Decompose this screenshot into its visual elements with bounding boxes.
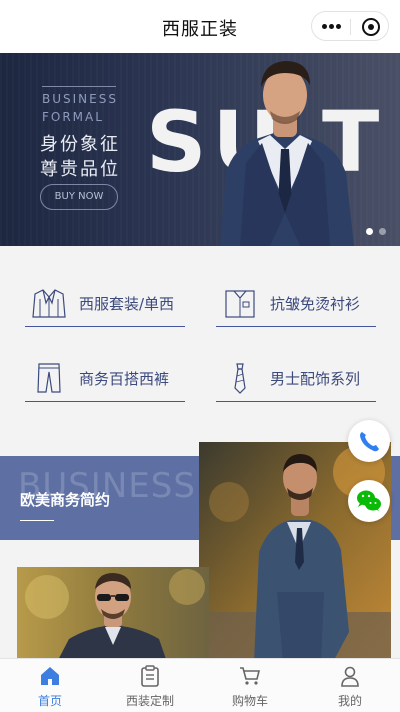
banner-pagination[interactable] — [366, 228, 390, 236]
cart-icon — [240, 667, 261, 685]
section-title: 欧美商务简约 — [20, 491, 111, 509]
close-mini-program-icon[interactable] — [362, 18, 380, 36]
wechat-icon — [357, 490, 381, 511]
category-label: 抗皱免烫衬衫 — [270, 295, 361, 313]
tab-label: 首页 — [37, 694, 62, 708]
capsule-divider — [350, 19, 351, 35]
app-page: 西服正装 BUSINESS FORMAL 身份象征 尊贵品位 BUY NOW S… — [0, 0, 400, 712]
banner-tagline-cn-2: 尊贵品位 — [40, 159, 120, 180]
category-label: 男士配饰系列 — [270, 370, 361, 388]
product-photo-walking[interactable] — [199, 442, 391, 662]
tab-profile[interactable]: 我的 — [300, 659, 400, 712]
tab-label: 西装定制 — [125, 694, 174, 708]
category-trousers[interactable]: 商务百搭西裤 — [25, 358, 185, 402]
section-title-underline — [20, 520, 54, 521]
tab-label: 购物车 — [231, 694, 268, 708]
tab-custom-suit[interactable]: 西装定制 — [100, 659, 200, 712]
category-accessories[interactable]: 男士配饰系列 — [216, 358, 376, 402]
category-shirt[interactable]: 抗皱免烫衬衫 — [216, 283, 376, 327]
section-band-right — [390, 456, 400, 540]
call-button[interactable] — [348, 420, 390, 462]
banner-model-image — [220, 61, 354, 246]
suit-jacket-icon — [32, 289, 66, 318]
mini-program-capsule — [311, 11, 389, 41]
hero-banner[interactable]: BUSINESS FORMAL 身份象征 尊贵品位 BUY NOW SU T — [0, 53, 400, 246]
product-photo-sunglasses[interactable] — [17, 567, 209, 662]
phone-icon — [360, 432, 379, 452]
category-suit[interactable]: 西服套装/单西 — [25, 283, 185, 327]
shirt-icon — [225, 290, 255, 318]
user-icon — [341, 666, 359, 687]
buy-now-button[interactable]: BUY NOW — [40, 184, 118, 210]
home-icon — [41, 667, 59, 685]
navigation-bar: 西服正装 — [0, 0, 400, 53]
category-label: 商务百搭西裤 — [79, 370, 170, 388]
tie-icon — [234, 363, 246, 394]
trousers-icon — [37, 363, 61, 393]
wechat-button[interactable] — [348, 480, 390, 522]
tab-cart[interactable]: 购物车 — [200, 659, 300, 712]
bottom-tab-bar: 首页 西装定制 购物车 我的 — [0, 658, 400, 712]
banner-tagline-en-2: FORMAL — [42, 110, 104, 124]
tab-home[interactable]: 首页 — [0, 659, 100, 712]
section-header-band: BUSINESS 欧美商务简约 — [0, 456, 210, 540]
banner-top-line — [42, 86, 116, 87]
banner-tagline-en-1: BUSINESS — [42, 92, 118, 106]
clipboard-icon — [141, 665, 159, 687]
banner-tagline-cn-1: 身份象征 — [40, 134, 120, 155]
category-label: 西服套装/单西 — [79, 295, 175, 313]
more-menu-icon[interactable] — [322, 24, 342, 30]
tab-label: 我的 — [337, 694, 362, 708]
